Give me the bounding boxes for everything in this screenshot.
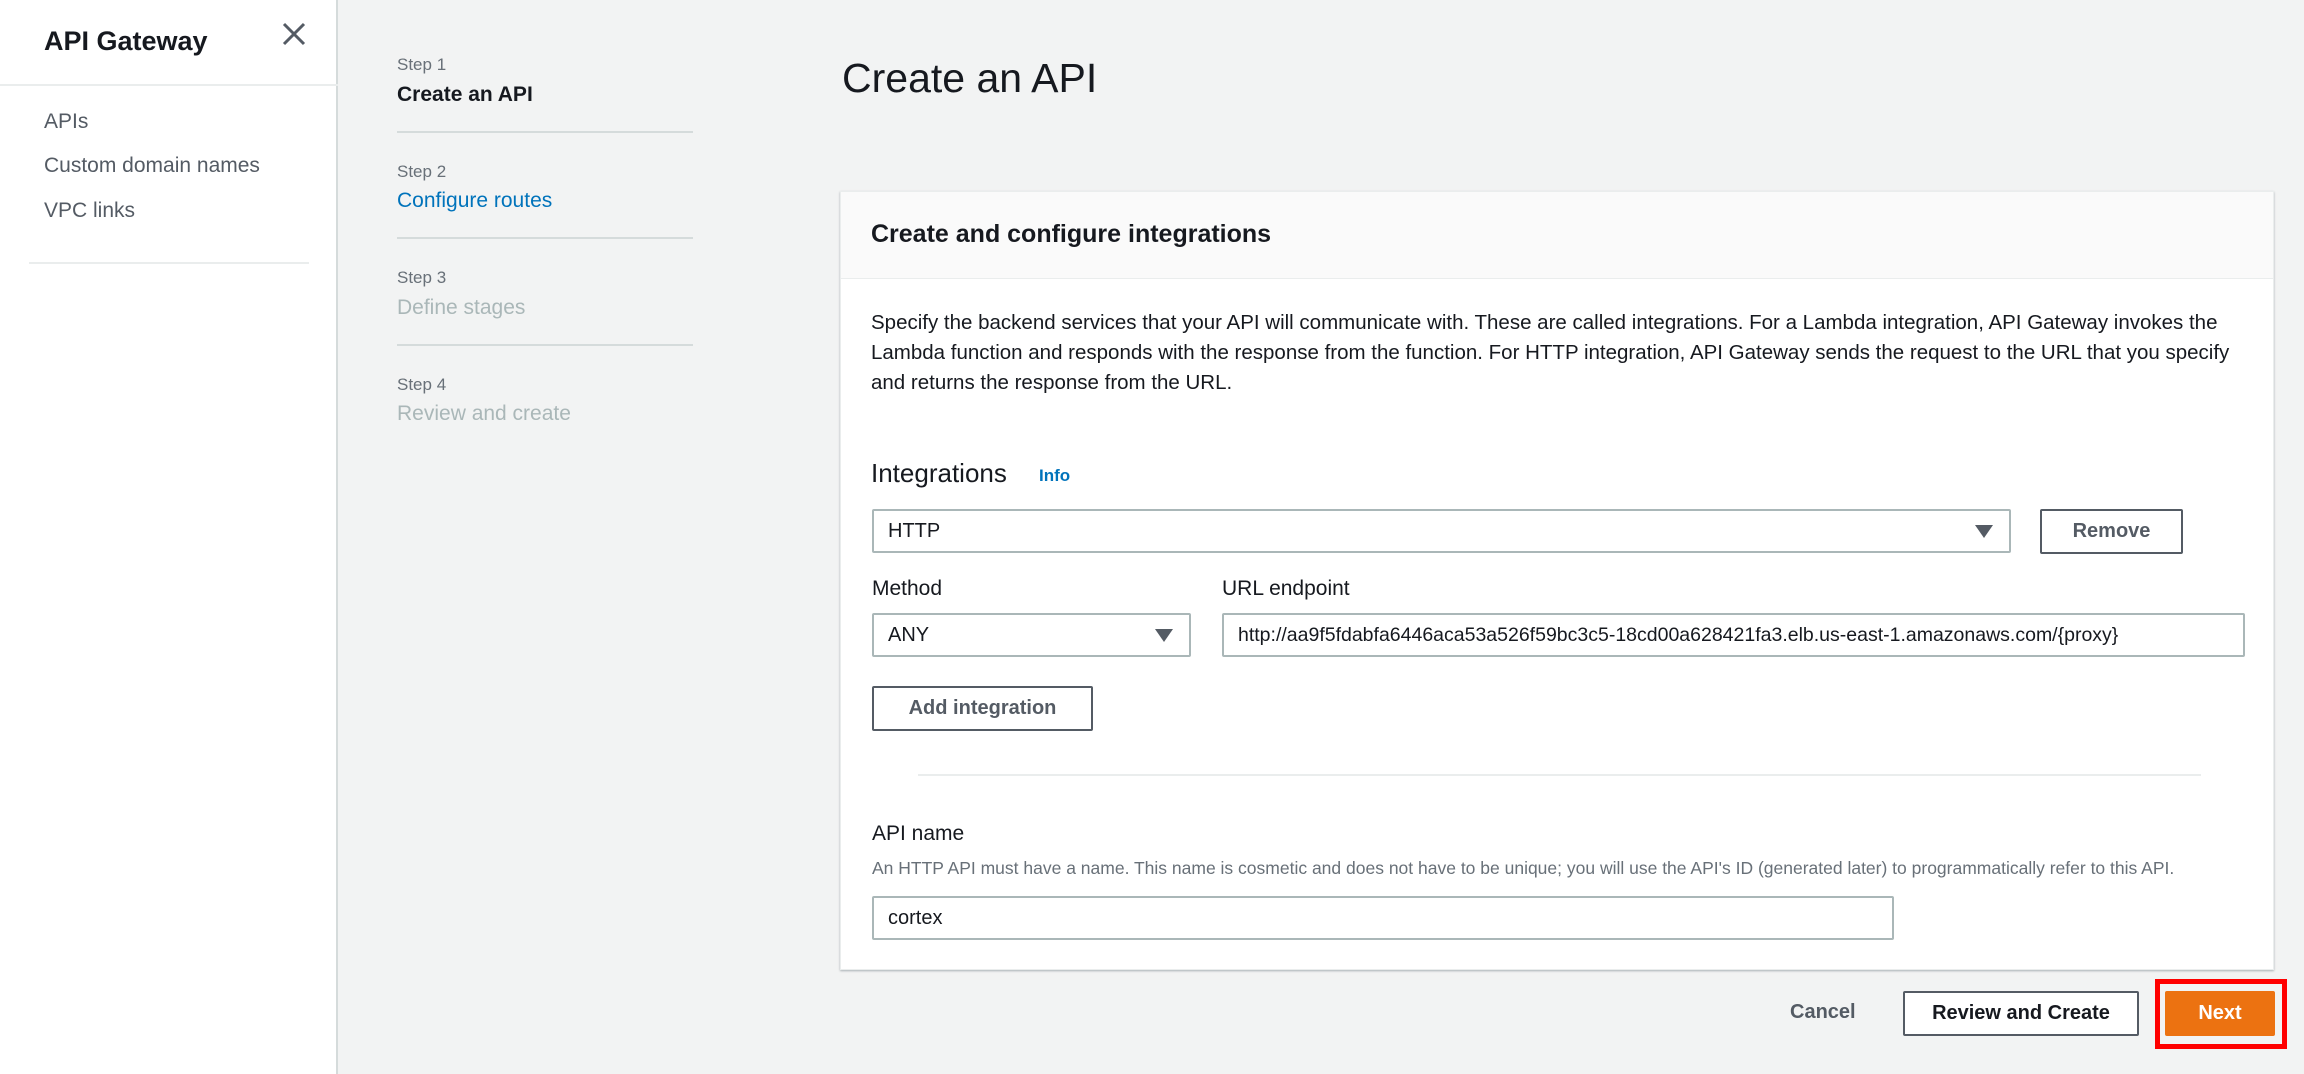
- method-value: ANY: [888, 623, 930, 646]
- sidebar-item-apis[interactable]: APIs: [44, 110, 88, 134]
- divider: [918, 774, 2201, 776]
- api-name-help: An HTTP API must have a name. This name …: [872, 858, 2175, 878]
- sidebar-title: API Gateway: [44, 26, 208, 56]
- review-and-create-button[interactable]: Review and Create: [1903, 991, 2139, 1036]
- integrations-panel: Create and configure integrations Specif…: [840, 191, 2274, 970]
- page-title: Create an API: [842, 55, 1098, 101]
- remove-button[interactable]: Remove: [2040, 509, 2183, 554]
- sidebar: API Gateway APIs Custom domain names VPC…: [0, 0, 338, 1074]
- url-endpoint-input[interactable]: http://aa9f5fdabfa6446aca53a526f59bc3c5-…: [1222, 613, 2245, 657]
- info-link[interactable]: Info: [1039, 466, 1070, 486]
- step-4-title: Review and create: [397, 402, 571, 425]
- close-icon[interactable]: [278, 18, 310, 50]
- api-name-input[interactable]: cortex: [872, 896, 1894, 940]
- panel-header: Create and configure integrations: [841, 192, 2273, 279]
- api-name-label: API name: [872, 822, 965, 845]
- next-button[interactable]: Next: [2165, 991, 2275, 1036]
- step-3-label: Step 3: [397, 268, 447, 287]
- step-2-label: Step 2: [397, 162, 447, 181]
- integrations-label: Integrations: [871, 458, 1007, 488]
- add-integration-button[interactable]: Add integration: [872, 686, 1093, 731]
- integration-type-value: HTTP: [888, 519, 941, 542]
- cancel-button[interactable]: Cancel: [1790, 1001, 1856, 1024]
- divider: [29, 262, 309, 264]
- step-1-title: Create an API: [397, 83, 533, 106]
- panel-description: Specify the backend services that your A…: [871, 311, 2230, 394]
- divider: [397, 131, 693, 133]
- method-label: Method: [872, 577, 943, 600]
- sidebar-item-vpc-links[interactable]: VPC links: [44, 199, 135, 223]
- chevron-down-icon: [1975, 525, 1993, 538]
- divider: [397, 237, 693, 239]
- step-1-label: Step 1: [397, 55, 447, 74]
- chevron-down-icon: [1155, 629, 1173, 642]
- method-select[interactable]: ANY: [872, 613, 1191, 657]
- panel-title: Create and configure integrations: [871, 220, 1272, 248]
- step-4-label: Step 4: [397, 375, 447, 394]
- sidebar-item-custom-domain-names[interactable]: Custom domain names: [44, 154, 260, 178]
- step-3-title: Define stages: [397, 296, 526, 319]
- integration-type-select[interactable]: HTTP: [872, 509, 2011, 553]
- step-2-link[interactable]: Configure routes: [397, 189, 552, 213]
- divider: [397, 344, 693, 346]
- divider: [0, 84, 338, 86]
- url-endpoint-label: URL endpoint: [1222, 577, 1350, 600]
